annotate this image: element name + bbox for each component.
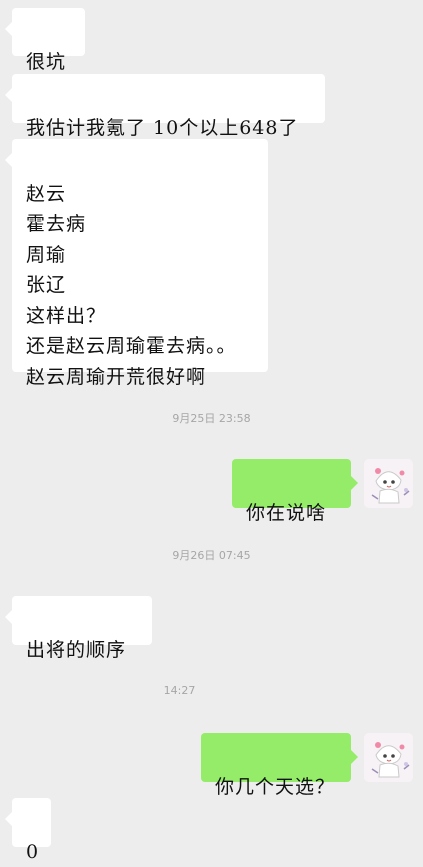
message-bubble-incoming[interactable]: 出将的顺序 — [5, 596, 152, 661]
anime-avatar-icon — [364, 733, 413, 782]
message-bubble-incoming[interactable]: 0 — [5, 798, 51, 863]
message-text: 赵云 霍去病 周瑜 张辽 这样出？ 还是赵云周瑜霍去病。。 赵云周瑜开荒很好啊 — [26, 182, 237, 388]
message-text: 很坑 — [26, 51, 67, 73]
timestamp: 14:27 — [163, 684, 196, 697]
message-text: 你几个天选？ — [215, 776, 336, 798]
avatar[interactable] — [364, 733, 413, 782]
message-bubble-incoming[interactable]: 很坑 — [5, 8, 85, 73]
message-bubble-incoming[interactable]: 赵云 霍去病 周瑜 张辽 这样出？ 还是赵云周瑜霍去病。。 赵云周瑜开荒很好啊 — [5, 139, 268, 388]
timestamp: 9月25日 23:58 — [172, 412, 251, 425]
message-text: 0 — [26, 841, 40, 863]
message-bubble-incoming[interactable]: 我估计我氪了 10个以上648了 — [5, 74, 325, 139]
anime-avatar-icon — [364, 459, 413, 508]
message-text: 出将的顺序 — [26, 639, 127, 661]
message-text: 我估计我氪了 10个以上648了 — [26, 117, 299, 139]
avatar[interactable] — [364, 459, 413, 508]
message-bubble-outgoing[interactable]: 你几个天选？ — [201, 733, 358, 798]
timestamp: 9月26日 07:45 — [172, 549, 251, 562]
message-bubble-outgoing[interactable]: 你在说啥 — [232, 459, 358, 524]
message-text: 你在说啥 — [246, 502, 327, 524]
